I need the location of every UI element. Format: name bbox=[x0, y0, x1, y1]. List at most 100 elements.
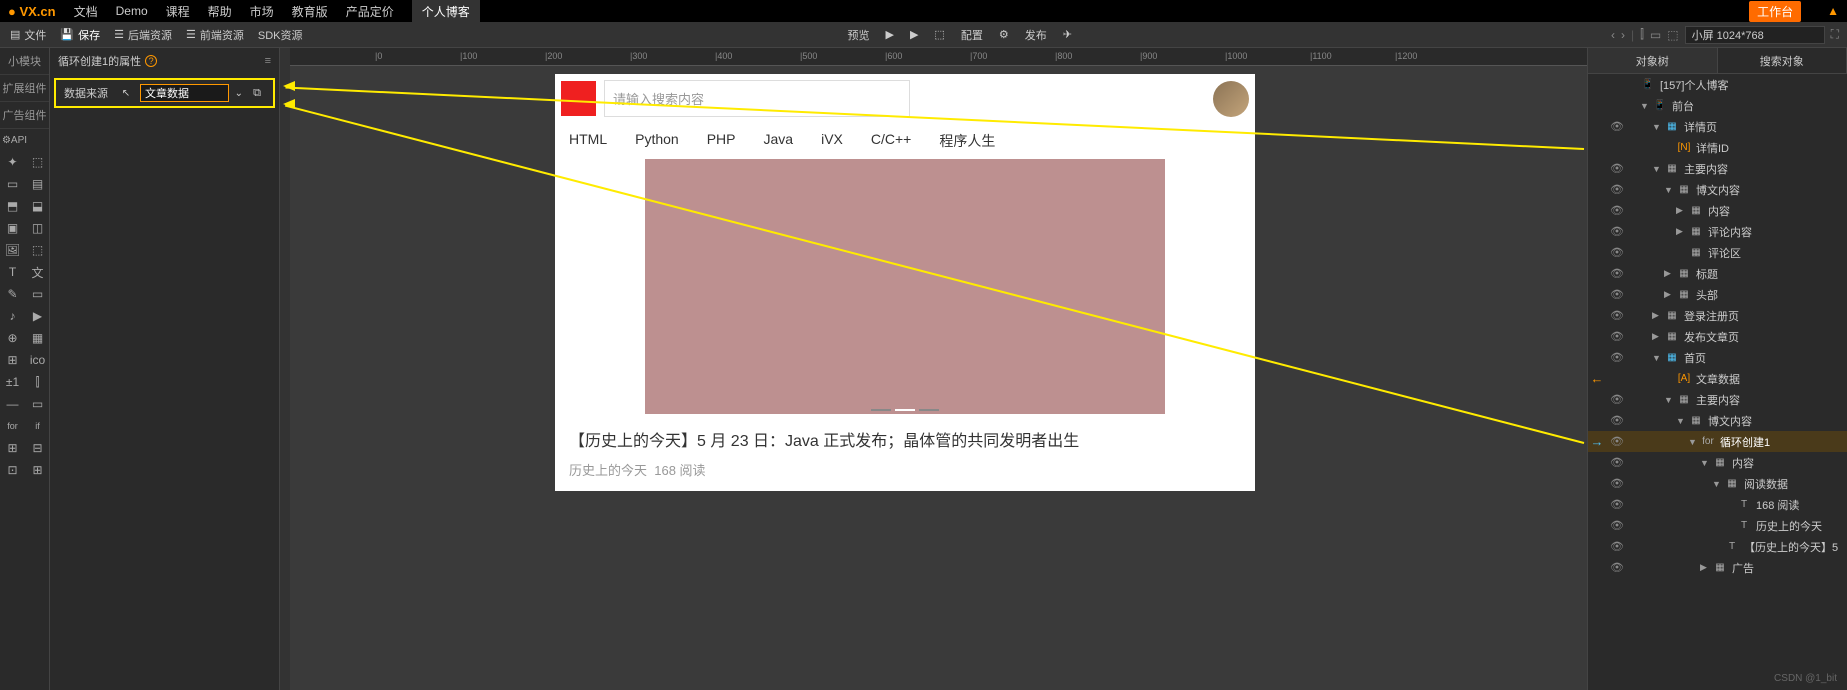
visibility-icon[interactable]: 👁 bbox=[1606, 477, 1628, 490]
visibility-icon[interactable]: 👁 bbox=[1606, 246, 1628, 259]
tool-translate[interactable]: 文 bbox=[25, 261, 50, 283]
visibility-icon[interactable]: 👁 bbox=[1606, 204, 1628, 217]
save-button[interactable]: 💾 保存 bbox=[54, 24, 106, 46]
tree-node-0[interactable]: 📱[157]个人博客 bbox=[1588, 74, 1847, 95]
visibility-icon[interactable]: 👁 bbox=[1606, 519, 1628, 532]
cat-ad-components[interactable]: 广告组件 bbox=[0, 102, 49, 129]
nav-blog[interactable]: 个人博客 bbox=[412, 0, 480, 23]
tool-8[interactable]: ◫ bbox=[25, 217, 50, 239]
layout-icon[interactable]: ⬚ bbox=[928, 25, 950, 44]
visibility-icon[interactable]: 👁 bbox=[1606, 351, 1628, 364]
play-alt-icon[interactable]: ▶ bbox=[904, 25, 924, 44]
visibility-icon[interactable]: 👁 bbox=[1606, 456, 1628, 469]
canvas[interactable]: |0|100|200|300|400|500|600|700|800|900|1… bbox=[280, 48, 1587, 690]
tool-icon[interactable]: ico bbox=[25, 349, 50, 371]
props-menu-icon[interactable]: ≡ bbox=[265, 55, 271, 67]
tool-5[interactable]: ⬒ bbox=[0, 195, 25, 217]
nav-edu[interactable]: 教育版 bbox=[292, 3, 328, 20]
nav-html[interactable]: HTML bbox=[569, 131, 607, 151]
tool-2[interactable]: ⬚ bbox=[25, 151, 50, 173]
tree-node-12[interactable]: 👁▶▦发布文章页 bbox=[1588, 326, 1847, 347]
frontend-res-button[interactable]: ☰ 前端资源 bbox=[180, 24, 250, 46]
tree-node-9[interactable]: 👁▶▦标题 bbox=[1588, 263, 1847, 284]
fullscreen-icon[interactable]: ⛶ bbox=[1831, 27, 1839, 42]
cat-ext-components[interactable]: 扩展组件 bbox=[0, 75, 49, 102]
tool-6[interactable]: ⬓ bbox=[25, 195, 50, 217]
tree-node-22[interactable]: 👁T【历史上的今天】5 bbox=[1588, 536, 1847, 557]
tree-node-10[interactable]: 👁▶▦头部 bbox=[1588, 284, 1847, 305]
tree-node-2[interactable]: 👁▼▦详情页 bbox=[1588, 116, 1847, 137]
tree-node-1[interactable]: ▼📱前台 bbox=[1588, 95, 1847, 116]
tool-live[interactable]: ▭ bbox=[25, 393, 50, 415]
notify-icon[interactable]: ▲ bbox=[1827, 4, 1839, 18]
visibility-icon[interactable]: 👁 bbox=[1606, 225, 1628, 238]
tree-node-5[interactable]: 👁▼▦博文内容 bbox=[1588, 179, 1847, 200]
tree-node-18[interactable]: 👁▼▦内容 bbox=[1588, 452, 1847, 473]
tool-globe[interactable]: ⊕ bbox=[0, 327, 25, 349]
tab-object-tree[interactable]: 对象树 bbox=[1588, 48, 1718, 73]
sliders-icon[interactable]: ⚙ bbox=[993, 25, 1015, 44]
tool-pm[interactable]: ±1 bbox=[0, 371, 25, 393]
tree-node-3[interactable]: [N]详情ID bbox=[1588, 137, 1847, 158]
nav-life[interactable]: 程序人生 bbox=[939, 131, 995, 151]
tab-search-object[interactable]: 搜索对象 bbox=[1718, 48, 1847, 73]
tool-btn[interactable]: ▭ bbox=[25, 283, 50, 305]
tree-node-6[interactable]: 👁▶▦内容 bbox=[1588, 200, 1847, 221]
visibility-icon[interactable]: 👁 bbox=[1606, 309, 1628, 322]
tree-node-4[interactable]: 👁▼▦主要内容 bbox=[1588, 158, 1847, 179]
tool-7[interactable]: ▣ bbox=[0, 217, 25, 239]
article-title[interactable]: 【历史上的今天】5 月 23 日：Java 正式发布；晶体管的共同发明者出生 bbox=[569, 430, 1241, 454]
nav-java[interactable]: Java bbox=[764, 131, 794, 151]
tree-node-13[interactable]: 👁▼▦首页 bbox=[1588, 347, 1847, 368]
prev-icon[interactable]: ‹ bbox=[1611, 28, 1615, 42]
tree-node-15[interactable]: 👁▼▦主要内容 bbox=[1588, 389, 1847, 410]
tree-node-14[interactable]: ←[A]文章数据 bbox=[1588, 368, 1847, 389]
tool-grid4[interactable]: ⊞ bbox=[25, 459, 50, 481]
screen-size-select[interactable] bbox=[1685, 26, 1825, 44]
tool-grid2[interactable]: ⊟ bbox=[25, 437, 50, 459]
tool-3[interactable]: ▭ bbox=[0, 173, 25, 195]
workspace-button[interactable]: 工作台 bbox=[1749, 1, 1801, 22]
tree-node-19[interactable]: 👁▼▦阅读数据 bbox=[1588, 473, 1847, 494]
visibility-icon[interactable]: 👁 bbox=[1606, 393, 1628, 406]
visibility-icon[interactable]: 👁 bbox=[1606, 330, 1628, 343]
tool-10[interactable]: ⬚ bbox=[25, 239, 50, 261]
tool-for[interactable]: for bbox=[0, 415, 25, 437]
file-button[interactable]: ▤ 文件 bbox=[4, 24, 52, 46]
nav-market[interactable]: 市场 bbox=[250, 3, 274, 20]
sdk-res-button[interactable]: SDK资源 bbox=[252, 24, 309, 46]
carousel-dots[interactable] bbox=[555, 396, 1255, 418]
help-icon[interactable]: ? bbox=[145, 55, 157, 67]
nav-course[interactable]: 课程 bbox=[166, 3, 190, 20]
tree-node-16[interactable]: 👁▼▦博文内容 bbox=[1588, 410, 1847, 431]
tree-node-8[interactable]: 👁▦评论区 bbox=[1588, 242, 1847, 263]
pointer-icon[interactable]: ↖ bbox=[118, 88, 134, 99]
tool-line[interactable]: — bbox=[0, 393, 25, 415]
visibility-icon[interactable]: 👁 bbox=[1606, 162, 1628, 175]
tree-node-11[interactable]: 👁▶▦登录注册页 bbox=[1588, 305, 1847, 326]
visibility-icon[interactable]: 👁 bbox=[1606, 498, 1628, 511]
tree-node-7[interactable]: 👁▶▦评论内容 bbox=[1588, 221, 1847, 242]
visibility-icon[interactable]: 👁 bbox=[1606, 183, 1628, 196]
nav-php[interactable]: PHP bbox=[707, 131, 736, 151]
nav-python[interactable]: Python bbox=[635, 131, 679, 151]
tool-if[interactable]: if bbox=[25, 415, 50, 437]
tool-4[interactable]: ▤ bbox=[25, 173, 50, 195]
config-button[interactable]: 配置 bbox=[955, 24, 989, 46]
tool-grid1[interactable]: ⊞ bbox=[0, 437, 25, 459]
tool-1[interactable]: ✦ bbox=[0, 151, 25, 173]
nav-help[interactable]: 帮助 bbox=[208, 3, 232, 20]
tool-music[interactable]: ♪ bbox=[0, 305, 25, 327]
tool-9[interactable]: 🖼 bbox=[0, 239, 25, 261]
tool-bar[interactable]: ⫿ bbox=[25, 371, 50, 393]
tree-node-23[interactable]: 👁▶▦广告 bbox=[1588, 557, 1847, 578]
nav-docs[interactable]: 文档 bbox=[74, 3, 98, 20]
nav-demo[interactable]: Demo bbox=[116, 4, 148, 18]
visibility-icon[interactable]: 👁 bbox=[1606, 288, 1628, 301]
publish-button[interactable]: 发布 bbox=[1019, 24, 1053, 46]
tool-text[interactable]: T bbox=[0, 261, 25, 283]
next-icon[interactable]: › bbox=[1621, 28, 1625, 42]
tool-grid3[interactable]: ⊡ bbox=[0, 459, 25, 481]
nav-ivx[interactable]: iVX bbox=[821, 131, 843, 151]
search-input[interactable]: 请输入搜索内容 bbox=[604, 80, 910, 117]
